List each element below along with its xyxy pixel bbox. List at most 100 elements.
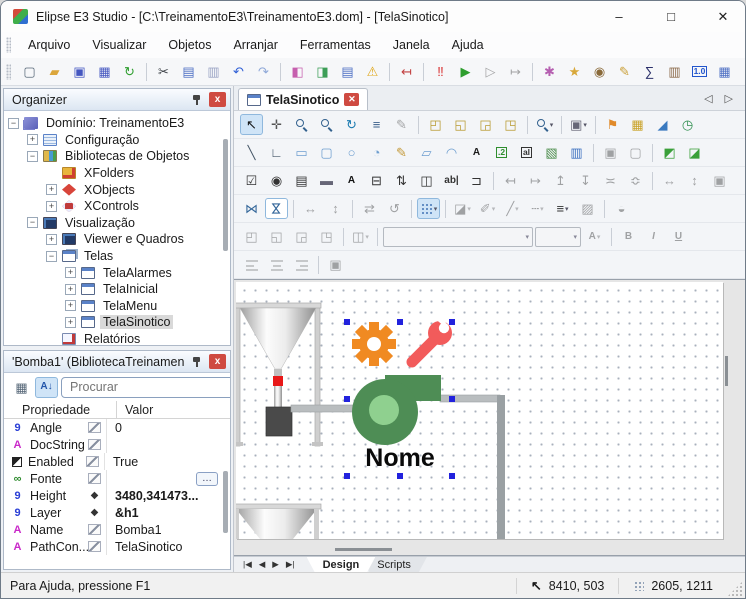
edit-mode-icon[interactable] [88,524,101,535]
tree-item-bibliotecas-de-objetos[interactable]: −Bibliotecas de Objetos [4,148,230,165]
edit-mode-icon[interactable] [88,541,101,552]
search-input[interactable] [68,379,231,395]
property-value[interactable]: 3480,341473... [106,487,230,504]
send-backward-button[interactable]: ◳ [499,114,522,135]
alphabetical-sort-button[interactable]: A↓ [35,377,58,398]
tab-order-button[interactable]: ≡ [365,114,388,135]
copy-button[interactable]: ▤ [177,61,200,82]
draw-polygon-button[interactable]: ▱ [415,142,438,163]
property-value[interactable]: Bomba1 [106,521,230,538]
selection-handle[interactable] [344,396,350,402]
maximize-button[interactable]: □ [649,1,693,32]
group-menu-button[interactable]: ▣▾ [567,114,590,135]
tree-item-telas[interactable]: −Telas [4,248,230,265]
hopper2-graphic[interactable] [236,504,321,539]
property-row-height[interactable]: 9Height◆3480,341473... [4,487,230,504]
menu-ferramentas[interactable]: Ferramentas [290,38,381,52]
tree-expander[interactable]: + [65,317,76,328]
window-list-button[interactable]: ▦ [713,61,736,82]
tree-item-telasinotico[interactable]: +TelaSinotico [4,314,230,331]
paste-button[interactable]: ▥ [202,61,225,82]
sheet-nav-button-3[interactable]: ▶| [286,559,295,570]
tree-expander[interactable]: + [46,184,57,195]
domain-options-button[interactable]: ✱ [538,61,561,82]
tree-expander[interactable]: + [27,134,38,145]
tree-expander[interactable]: − [46,251,57,262]
tree-item-telamenu[interactable]: +TelaMenu [4,298,230,315]
edit-mode-icon[interactable] [86,456,99,467]
selection-handle[interactable] [449,396,455,402]
search-domain-button[interactable]: ◉ [588,61,611,82]
zoom-area-button[interactable] [315,114,338,135]
property-row-fonte[interactable]: ∞Fonte… [4,470,230,487]
stop-execution-button[interactable]: ‼ [429,61,452,82]
property-row-name[interactable]: ANameBomba1 [4,521,230,538]
edit-mode-icon[interactable] [88,439,101,450]
insert-listbox-button[interactable]: ▤ [290,170,313,191]
ellipsis-button[interactable]: … [196,472,218,486]
insert-object-button[interactable]: ◧ [286,61,309,82]
center-horizontal-screen-button[interactable]: ⋈ [240,198,263,219]
tab-close-button[interactable]: ✕ [344,93,359,106]
bottom-tab-design[interactable]: Design [307,557,376,572]
update-server-button[interactable]: ↻ [118,61,141,82]
draw-setpoint-button[interactable]: al [515,142,538,163]
draw-ellipse-button[interactable]: ○ [340,142,363,163]
design-canvas[interactable]: Nome [236,282,723,539]
search-box[interactable] [61,377,231,398]
insert-alarm-button[interactable]: ⚑ [601,114,624,135]
tab-scroll-right-button[interactable]: ▷ [725,92,733,105]
save-button[interactable]: ▣ [68,61,91,82]
tree-item-xfolders[interactable]: XFolders [4,165,230,182]
tree-expander[interactable]: − [27,217,38,228]
draw-rectangle-button[interactable]: ▭ [290,142,313,163]
sheet-nav-button-0[interactable]: |◀ [243,559,252,570]
menu-visualizar[interactable]: Visualizar [82,38,156,52]
insert-database-button[interactable]: ▦ [626,114,649,135]
property-value[interactable]: … [106,470,230,487]
canvas-horizontal-scrollbar[interactable] [335,548,392,551]
close-button[interactable]: ✕ [701,1,745,32]
insert-checkbox-button[interactable]: ☑ [240,170,263,191]
tree-expander[interactable]: − [27,151,38,162]
menu-arranjar[interactable]: Arranjar [223,38,287,52]
draw-arc-button[interactable]: ◔ [365,142,388,163]
property-value[interactable]: TelaSinotico [106,538,230,555]
verify-domain-button[interactable]: ⚠ [361,61,384,82]
edit-mode-icon[interactable] [88,422,101,433]
insert-report-button[interactable]: ▤ [336,61,359,82]
selection-handle[interactable] [397,319,403,325]
tree-item-visualiza-o[interactable]: −Visualização [4,215,230,232]
tab-telasinotico[interactable]: TelaSinotico ✕ [238,88,368,110]
selection-handle[interactable] [449,473,455,479]
show-values-button[interactable]: 1.0 [688,61,711,82]
property-value[interactable]: &h1 [106,504,230,521]
zoom-level-button[interactable]: ▾ [533,114,556,135]
pump-graphic[interactable] [352,375,441,445]
tree-expander[interactable]: + [65,267,76,278]
draw-picture-button[interactable]: ▧ [540,142,563,163]
organizer-scrollbar[interactable] [223,139,228,251]
property-row-docstring[interactable]: ADocString [4,436,230,453]
tree-item-configura-o[interactable]: +Configuração [4,132,230,149]
sheet-nav-button-2[interactable]: ▶ [272,559,279,570]
column-valor[interactable]: Valor [116,401,230,418]
insert-screen-button[interactable]: ◨ [311,61,334,82]
tree-item-viewer-e-quadros[interactable]: +Viewer e Quadros [4,231,230,248]
insert-chart-button[interactable]: ◢ [651,114,674,135]
tree-expander[interactable]: + [65,300,76,311]
selection-handle[interactable] [344,473,350,479]
property-value[interactable]: True [104,453,230,470]
insert-textbox-button[interactable]: ab| [440,170,463,191]
draw-curve-button[interactable]: ◠ [440,142,463,163]
save-all-button[interactable]: ▦ [93,61,116,82]
property-row-layer[interactable]: 9Layer◆&h1 [4,504,230,521]
tree-item-telaalarmes[interactable]: +TelaAlarmes [4,264,230,281]
main-toolbar-grip[interactable] [6,64,11,80]
undo-button[interactable]: ↶ [227,61,250,82]
font-size-select[interactable]: ▾ [535,227,581,247]
menu-arquivo[interactable]: Arquivo [18,38,80,52]
menu-objetos[interactable]: Objetos [158,38,221,52]
line-width-button[interactable]: ≡▾ [551,198,574,219]
property-row-pathcon[interactable]: APathCon...TelaSinotico [4,538,230,555]
